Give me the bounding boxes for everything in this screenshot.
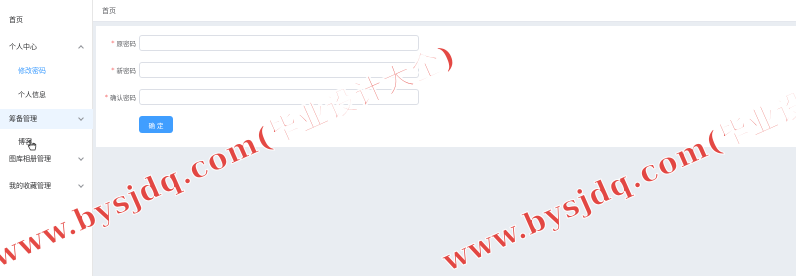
required-mark: * [104,93,108,101]
breadcrumb: 首页 [93,0,796,22]
sidebar-item-label: 个人信息 [18,91,46,99]
sidebar-item-label: 修改密码 [18,67,46,75]
confirm-button[interactable]: 确 定 [139,116,173,133]
chevron-down-icon [78,115,84,121]
new-password-input[interactable] [139,62,419,78]
sidebar-item-gallery[interactable]: 图库相册管理 [0,150,93,168]
breadcrumb-current[interactable]: 首页 [93,6,116,16]
form-row-new-password: * 新密码 [96,62,796,78]
old-password-label-text: 原密码 [116,40,137,48]
sidebar-item-label: 个人中心 [9,43,37,51]
sidebar-item-personal-info[interactable]: 个人信息 [0,86,93,104]
sidebar-item-label: 图库相册管理 [9,155,51,163]
change-password-form: * 原密码 * 新密码 * 确认密码 确 定 [96,26,796,147]
chevron-down-icon [78,155,84,161]
chevron-up-icon [78,45,84,51]
sidebar-item-change-password[interactable]: 修改密码 [0,62,93,80]
new-password-label: * 新密码 [111,62,136,78]
sidebar-item-label: 首页 [9,16,23,24]
sidebar-item-favorites[interactable]: 我的收藏管理 [0,177,93,195]
sidebar-item-label: 筹备管理 [9,115,37,123]
sidebar-item-preparation[interactable]: 筹备管理 [0,109,93,129]
sidebar-item-personal-center[interactable]: 个人中心 [0,38,93,56]
form-row-old-password: * 原密码 [96,35,796,51]
confirm-password-label-text: 确认密码 [110,94,136,102]
sidebar: 首页 个人中心 修改密码 个人信息 筹备管理 博客 图库相册管理 我的收藏管理 [0,0,93,276]
required-mark: * [111,66,115,74]
sidebar-item-label: 我的收藏管理 [9,182,51,190]
old-password-label: * 原密码 [111,35,136,51]
main-content: 首页 * 原密码 * 新密码 * 确认密码 确 定 [93,0,796,276]
old-password-input[interactable] [139,35,419,51]
confirm-password-label: * 确认密码 [105,89,136,105]
confirm-password-input[interactable] [139,89,419,105]
required-mark: * [111,39,115,47]
new-password-label-text: 新密码 [116,67,137,75]
hand-cursor-icon [27,139,37,151]
form-row-confirm-password: * 确认密码 [96,89,796,105]
sidebar-item-home[interactable]: 首页 [0,11,93,29]
sidebar-item-blog[interactable]: 博客 [0,133,93,151]
chevron-down-icon [78,182,84,188]
